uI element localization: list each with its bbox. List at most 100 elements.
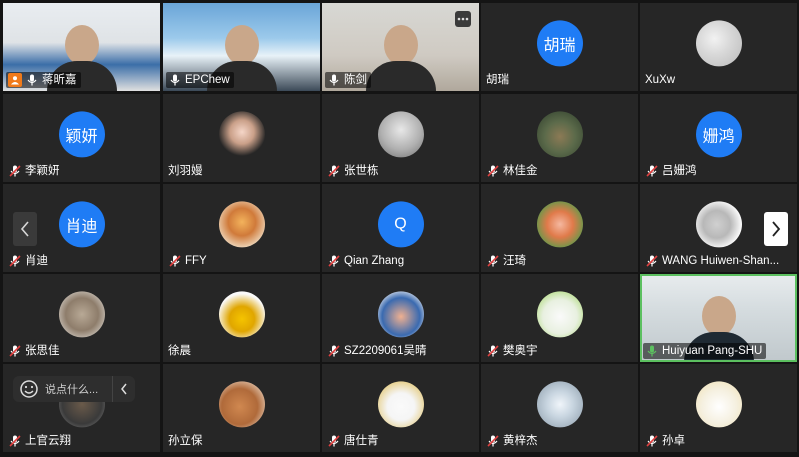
participant-tile[interactable]: 张世栋 bbox=[322, 94, 479, 182]
participant-avatar bbox=[218, 381, 265, 428]
mic-muted-icon bbox=[9, 165, 21, 177]
more-options-button[interactable] bbox=[455, 11, 471, 27]
participant-tile[interactable]: 唐仕青 bbox=[322, 364, 479, 452]
participant-name: SZ2209061吴晴 bbox=[344, 345, 427, 357]
participant-nameplate: 刘羽嫚 bbox=[166, 163, 207, 179]
participant-nameplate: 樊奥宇 bbox=[484, 343, 542, 359]
participant-nameplate: Qian Zhang bbox=[325, 253, 408, 269]
participant-nameplate: 蒋昕嘉 bbox=[6, 72, 81, 88]
participant-name: 徐晨 bbox=[168, 345, 191, 357]
mic-icon bbox=[170, 74, 180, 86]
participant-tile[interactable]: 陈剑 bbox=[322, 3, 479, 91]
participant-tile[interactable]: 徐晨 bbox=[163, 274, 320, 362]
participant-name: Qian Zhang bbox=[344, 255, 405, 267]
person-silhouette bbox=[64, 25, 99, 65]
mic-muted-icon bbox=[487, 345, 499, 357]
participant-tile[interactable]: 胡瑞 胡瑞 bbox=[481, 3, 638, 91]
participant-tile[interactable]: 林佳金 bbox=[481, 94, 638, 182]
participant-avatar: 胡瑞 bbox=[536, 20, 583, 67]
participant-avatar bbox=[695, 20, 742, 67]
mic-muted-icon bbox=[328, 165, 340, 177]
participant-tile[interactable]: Huiyuan Pang-SHU bbox=[640, 274, 797, 362]
participant-nameplate: 上官云翔 bbox=[6, 433, 75, 449]
participant-avatar bbox=[536, 381, 583, 428]
participant-nameplate: SZ2209061吴晴 bbox=[325, 343, 430, 359]
participant-nameplate: 汪琦 bbox=[484, 253, 530, 269]
participant-name: 孙立保 bbox=[168, 435, 203, 447]
mic-muted-icon bbox=[487, 255, 499, 267]
more-dots-icon bbox=[457, 17, 469, 21]
participant-nameplate: 徐晨 bbox=[166, 343, 195, 359]
mic-muted-icon bbox=[487, 165, 499, 177]
participant-nameplate: WANG Huiwen-Shan... bbox=[643, 253, 783, 269]
participant-tile[interactable]: SZ2209061吴晴 bbox=[322, 274, 479, 362]
participant-tile[interactable]: 孙立保 bbox=[163, 364, 320, 452]
participant-tile[interactable]: FFY bbox=[163, 184, 320, 272]
participant-name: 张世栋 bbox=[344, 165, 379, 177]
participant-tile[interactable]: Q Qian Zhang bbox=[322, 184, 479, 272]
participant-avatar bbox=[536, 201, 583, 248]
participant-name: 吕姗鸿 bbox=[662, 165, 697, 177]
participant-nameplate: 唐仕青 bbox=[325, 433, 383, 449]
mic-muted-icon bbox=[646, 165, 658, 177]
chat-input-placeholder[interactable]: 说点什么... bbox=[45, 381, 112, 397]
chat-input-bar[interactable]: 说点什么... bbox=[13, 376, 135, 402]
participant-avatar: Q bbox=[377, 201, 424, 248]
participant-avatar: 颖妍 bbox=[58, 111, 105, 158]
mic-icon bbox=[27, 74, 37, 86]
participant-name: XuXw bbox=[645, 74, 676, 86]
chevron-left-icon bbox=[20, 221, 29, 237]
participant-tile[interactable]: EPChew bbox=[163, 3, 320, 91]
participant-tile[interactable]: 黄梓杰 bbox=[481, 364, 638, 452]
participant-name: EPChew bbox=[185, 74, 230, 86]
mic-muted-icon bbox=[9, 435, 21, 447]
participant-tile[interactable]: 蒋昕嘉 bbox=[3, 3, 160, 91]
participant-tile[interactable]: 姗鸿 吕姗鸿 bbox=[640, 94, 797, 182]
participant-avatar bbox=[58, 291, 105, 338]
mic-muted-icon bbox=[328, 345, 340, 357]
participant-tile[interactable]: 张思佳 bbox=[3, 274, 160, 362]
participant-nameplate: 陈剑 bbox=[325, 72, 371, 88]
mic-icon bbox=[329, 74, 339, 86]
previous-page-button[interactable] bbox=[13, 212, 37, 246]
participant-avatar bbox=[536, 111, 583, 158]
participant-avatar bbox=[695, 201, 742, 248]
participant-name: 上官云翔 bbox=[25, 435, 71, 447]
participant-name: 蒋昕嘉 bbox=[42, 74, 77, 86]
chevron-left-icon bbox=[121, 383, 127, 395]
participant-avatar bbox=[218, 291, 265, 338]
participant-name: Huiyuan Pang-SHU bbox=[662, 345, 763, 357]
participant-nameplate: 李颖妍 bbox=[6, 163, 64, 179]
participant-avatar: 肖迪 bbox=[58, 201, 105, 248]
participant-tile[interactable]: 樊奥宇 bbox=[481, 274, 638, 362]
participant-tile[interactable]: 孙卓 bbox=[640, 364, 797, 452]
next-page-button[interactable] bbox=[764, 212, 788, 246]
participant-name: 樊奥宇 bbox=[503, 345, 538, 357]
mic-muted-icon bbox=[487, 435, 499, 447]
participant-nameplate: 黄梓杰 bbox=[484, 433, 542, 449]
mic-icon bbox=[647, 345, 657, 357]
participant-nameplate: EPChew bbox=[166, 72, 234, 88]
mic-muted-icon bbox=[328, 255, 340, 267]
participant-name: 林佳金 bbox=[503, 165, 538, 177]
participant-tile[interactable]: 刘羽嫚 bbox=[163, 94, 320, 182]
mic-muted-icon bbox=[9, 255, 21, 267]
participant-nameplate: XuXw bbox=[643, 72, 679, 88]
participant-tile[interactable]: XuXw bbox=[640, 3, 797, 91]
participant-tile[interactable]: 颖妍李颖妍 bbox=[3, 94, 160, 182]
participant-tile[interactable]: 汪琦 bbox=[481, 184, 638, 272]
participant-nameplate: FFY bbox=[166, 253, 211, 269]
emoji-icon[interactable] bbox=[19, 379, 39, 399]
participant-name: 胡瑞 bbox=[486, 74, 509, 86]
participant-name: FFY bbox=[185, 255, 207, 267]
participant-name: 孙卓 bbox=[662, 435, 685, 447]
participant-avatar bbox=[377, 111, 424, 158]
participant-name: 肖迪 bbox=[25, 255, 48, 267]
person-silhouette bbox=[224, 25, 259, 65]
collapse-chat-button[interactable] bbox=[112, 376, 135, 402]
participant-avatar bbox=[377, 291, 424, 338]
participant-name: WANG Huiwen-Shan... bbox=[662, 255, 780, 267]
mic-muted-icon bbox=[646, 255, 658, 267]
person-body bbox=[365, 61, 436, 91]
participant-avatar bbox=[218, 111, 265, 158]
